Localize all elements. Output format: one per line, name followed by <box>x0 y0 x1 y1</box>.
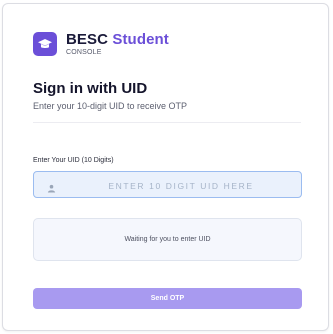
user-icon <box>47 180 56 198</box>
brand-subtitle: CONSOLE <box>66 49 102 56</box>
uid-input[interactable] <box>64 172 298 199</box>
send-otp-button[interactable]: Send OTP <box>33 288 302 309</box>
uid-input-wrapper[interactable] <box>33 171 302 199</box>
page-title: Sign in with UID <box>33 80 148 97</box>
login-card: BESC Student CONSOLE Sign in with UID En… <box>2 3 329 331</box>
graduation-cap-icon <box>38 39 52 48</box>
brand-header: BESC Student CONSOLE <box>33 32 169 56</box>
brand-title: BESC Student <box>66 32 169 47</box>
brand-logo <box>33 32 57 56</box>
brand-name: BESC <box>66 31 109 48</box>
uid-field-label: Enter Your UID (10 Digits) <box>33 157 114 164</box>
page-subtitle: Enter your 10-digit UID to receive OTP <box>33 101 188 111</box>
brand-name-accent: Student <box>112 31 169 48</box>
brand-text: BESC Student CONSOLE <box>66 32 169 56</box>
divider <box>33 122 301 123</box>
status-message-box: Waiting for you to enter UID <box>33 218 302 261</box>
status-message: Waiting for you to enter UID <box>124 236 211 243</box>
